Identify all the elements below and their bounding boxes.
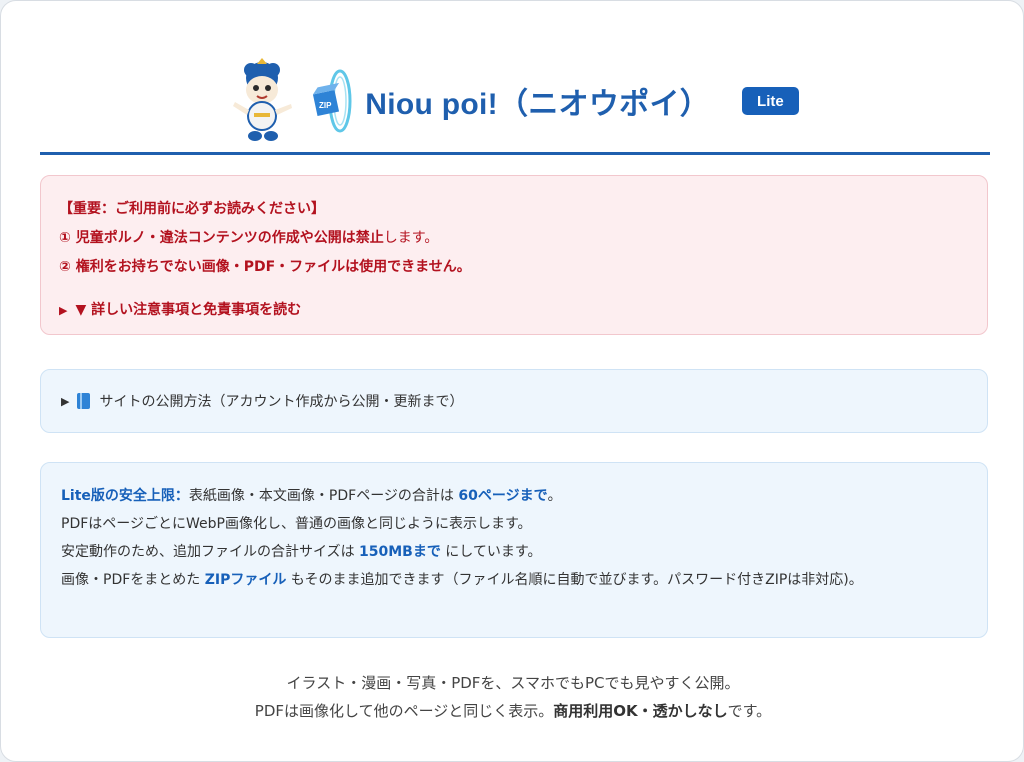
tagline-line-1: イラスト・漫画・写真・PDFを、スマホでもPCでも見やすく公開。 <box>286 674 740 692</box>
limits-line-2: PDFはページごとにWebP画像化し、普通の画像と同じように表示します。 <box>61 516 532 532</box>
limits-line-3-text: 安定動作のため、追加ファイルの合計サイズは <box>61 544 360 560</box>
notice-heading: 【重要：ご利用前に必ずお読みください】 <box>59 201 325 217</box>
notice-rule-2: ② 権利をお持ちでない画像・PDF・ファイルは使用できません。 <box>59 259 471 275</box>
important-notice: 【重要：ご利用前に必ずお読みください】 ① 児童ポルノ・違法コンテンツの作成や公… <box>40 175 988 335</box>
notice-rule-1: ① 児童ポルノ・違法コンテンツの作成や公開は禁止します。 <box>59 227 987 256</box>
limits-line-3: 安定動作のため、追加ファイルの合計サイズは 150MBまで にしています。 <box>61 538 967 566</box>
book-icon <box>77 393 91 409</box>
notice-rule-1-rest: します。 <box>383 230 439 246</box>
zip-file-label: ZIPファイル <box>204 572 287 588</box>
notice-rule-1-bold: ① 児童ポルノ・違法コンテンツの作成や公開は禁止 <box>59 230 384 246</box>
site-tagline: イラスト・漫画・写真・PDFを、スマホでもPCでも見やすく公開。 PDFは画像化… <box>1 669 1024 725</box>
commercial-use-note: 商用利用OK・透かしなし <box>553 702 728 720</box>
limits-line-1: Lite版の安全上限：表紙画像・本文画像・PDFページの合計は 60ページまで。 <box>61 482 967 510</box>
limits-line-4: 画像・PDFをまとめた ZIPファイル もそのまま追加できます（ファイル名順に自… <box>61 566 967 594</box>
publish-guide-toggle[interactable]: ▶ サイトの公開方法（アカウント作成から公開・更新まで） <box>40 369 988 433</box>
zip-text: ZIP <box>319 101 332 110</box>
limits-label: Lite版の安全上限： <box>61 488 189 504</box>
limits-line-4-end: もそのまま追加できます（ファイル名順に自動で並びます。パスワード付きZIPは非対… <box>286 572 863 588</box>
main-card: ZIP Niou poi!（ニオウポイ） Lite 【重要：ご利用前に必ずお読み… <box>0 0 1024 762</box>
details-toggle[interactable]: ▶ ▼ 詳しい注意事項と免責事項を読む <box>59 299 987 328</box>
tagline-line-2-start: PDFは画像化して他のページと同じく表示。 <box>254 702 554 720</box>
mascot-logo <box>233 58 293 141</box>
site-header: ZIP Niou poi!（ニオウポイ） Lite <box>1 56 1024 146</box>
limits-line-4-text: 画像・PDFをまとめた <box>61 572 205 588</box>
zip-portal-icon: ZIP <box>313 69 352 133</box>
size-limit-value: 150MBまで <box>359 544 441 560</box>
details-toggle-label: ▼ 詳しい注意事項と免責事項を読む <box>75 302 302 318</box>
tagline-line-2: PDFは画像化して他のページと同じく表示。商用利用OK・透かしなしです。 <box>1 697 1024 725</box>
lite-badge: Lite <box>742 87 799 115</box>
disclosure-triangle-icon: ▶ <box>59 304 68 317</box>
header-divider <box>40 152 990 155</box>
site-title: Niou poi!（ニオウポイ） <box>365 88 711 121</box>
limits-line-1-end: 。 <box>547 488 562 504</box>
limits-line-3-end: にしています。 <box>440 544 542 560</box>
lite-limits-info: Lite版の安全上限：表紙画像・本文画像・PDFページの合計は 60ページまで。… <box>40 462 988 638</box>
page-limit-value: 60ページまで <box>458 488 548 504</box>
disclosure-triangle-icon: ▶ <box>61 394 70 408</box>
limits-line-1-text: 表紙画像・本文画像・PDFページの合計は <box>188 488 459 504</box>
publish-guide-label: サイトの公開方法（アカウント作成から公開・更新まで） <box>99 394 464 410</box>
tagline-line-2-end: です。 <box>727 702 772 720</box>
